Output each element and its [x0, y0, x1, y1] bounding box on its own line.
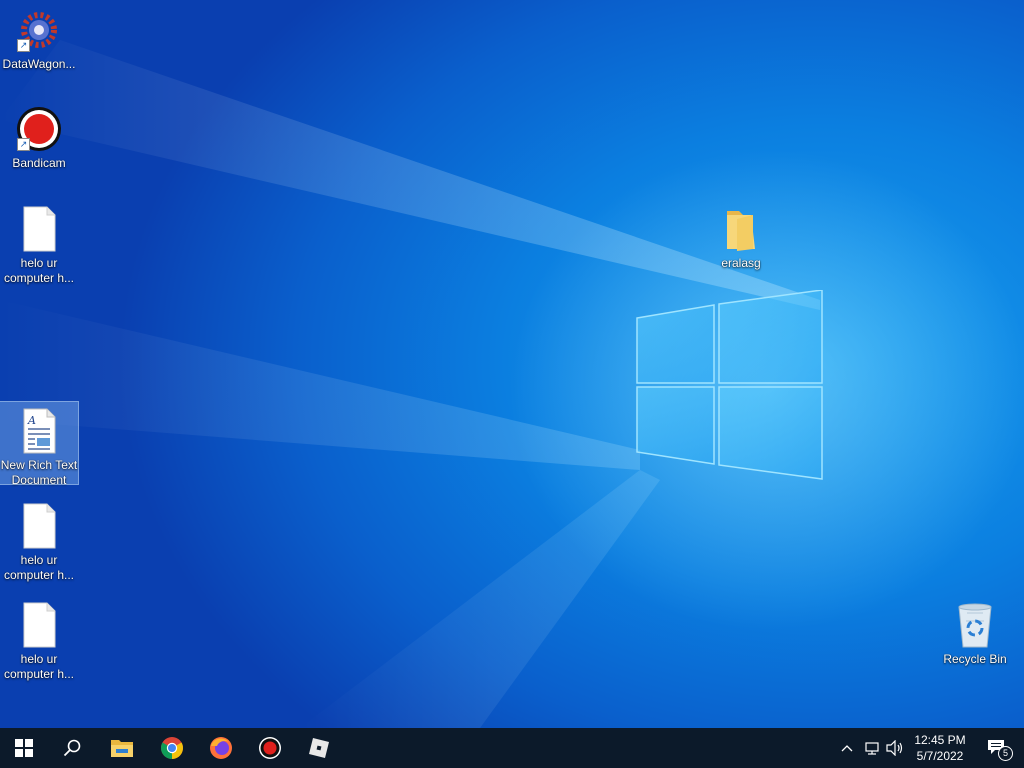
- desktop-icon-bandicam[interactable]: ↗ Bandicam: [0, 105, 78, 171]
- bandicam-icon: [259, 737, 281, 759]
- taskbar: 12:45 PM 5/7/2022 5: [0, 728, 1024, 768]
- roblox-icon: [309, 738, 329, 758]
- bandicam-icon: ↗: [15, 105, 63, 153]
- network-icon: [865, 742, 879, 755]
- desktop-icon-rich-text-document[interactable]: A New Rich Text Document: [0, 401, 79, 487]
- datawagon-icon: ↗: [15, 6, 63, 54]
- taskbar-chrome[interactable]: [148, 728, 196, 768]
- desktop-icon-label: helo ur computer h...: [3, 553, 75, 582]
- shortcut-arrow-icon: ↗: [17, 138, 30, 151]
- volume-button[interactable]: [884, 728, 906, 768]
- blank-file-icon: [15, 601, 63, 649]
- desktop-icon-text-file[interactable]: helo ur computer h...: [0, 502, 78, 583]
- rich-text-document-icon: A: [15, 407, 63, 455]
- desktop-icon-label: Bandicam: [12, 156, 66, 170]
- desktop-icon-datawagon[interactable]: ↗ DataWagon...: [0, 6, 78, 72]
- desktop-icon-recycle-bin[interactable]: Recycle Bin: [936, 601, 1014, 667]
- desktop-icon-label: eralasg: [721, 256, 761, 270]
- chevron-up-icon: [841, 745, 853, 752]
- recycle-bin-icon: [951, 601, 999, 649]
- windows-start-icon: [15, 739, 33, 757]
- desktop-icon-label: helo ur computer h...: [3, 256, 75, 285]
- network-status-button[interactable]: [860, 728, 884, 768]
- taskbar-bandicam[interactable]: [246, 728, 294, 768]
- action-center-button[interactable]: 5: [978, 728, 1018, 768]
- desktop-icon-folder-eralasg[interactable]: eralasg: [702, 205, 780, 271]
- shortcut-arrow-icon: ↗: [17, 39, 30, 52]
- wallpaper-light-beams: [0, 40, 820, 728]
- desktop-icon-label: DataWagon...: [2, 57, 76, 71]
- file-explorer-icon: [111, 740, 133, 757]
- desktop-icon-text-file[interactable]: helo ur computer h...: [0, 601, 78, 682]
- desktop-icon-text-file[interactable]: helo ur computer h...: [0, 205, 78, 286]
- search-icon: [63, 739, 81, 757]
- start-button[interactable]: [0, 728, 48, 768]
- search-button[interactable]: [48, 728, 96, 768]
- desktop-icon-label: helo ur computer h...: [3, 652, 75, 681]
- clock-date: 5/7/2022: [916, 749, 964, 763]
- desktop-icon-label: New Rich Text Document: [0, 458, 78, 487]
- speaker-icon: [886, 740, 903, 756]
- notification-count-badge: 5: [998, 746, 1013, 761]
- windows-logo: [636, 290, 823, 480]
- taskbar-roblox[interactable]: [295, 728, 343, 768]
- folder-icon: [717, 205, 765, 253]
- desktop[interactable]: ↗ DataWagon... ↗ Bandicam helo ur comput…: [0, 0, 1024, 728]
- taskbar-firefox[interactable]: [197, 728, 245, 768]
- blank-file-icon: [15, 502, 63, 550]
- firefox-icon: [210, 737, 232, 759]
- clock-time: 12:45 PM: [914, 733, 966, 747]
- taskbar-file-explorer[interactable]: [98, 728, 146, 768]
- svg-text:A: A: [27, 414, 36, 427]
- blank-file-icon: [15, 205, 63, 253]
- taskbar-clock[interactable]: 12:45 PM 5/7/2022: [905, 732, 975, 764]
- chrome-icon: [161, 737, 183, 759]
- show-hidden-icons-button[interactable]: [836, 728, 858, 768]
- desktop-icon-label: Recycle Bin: [943, 652, 1007, 666]
